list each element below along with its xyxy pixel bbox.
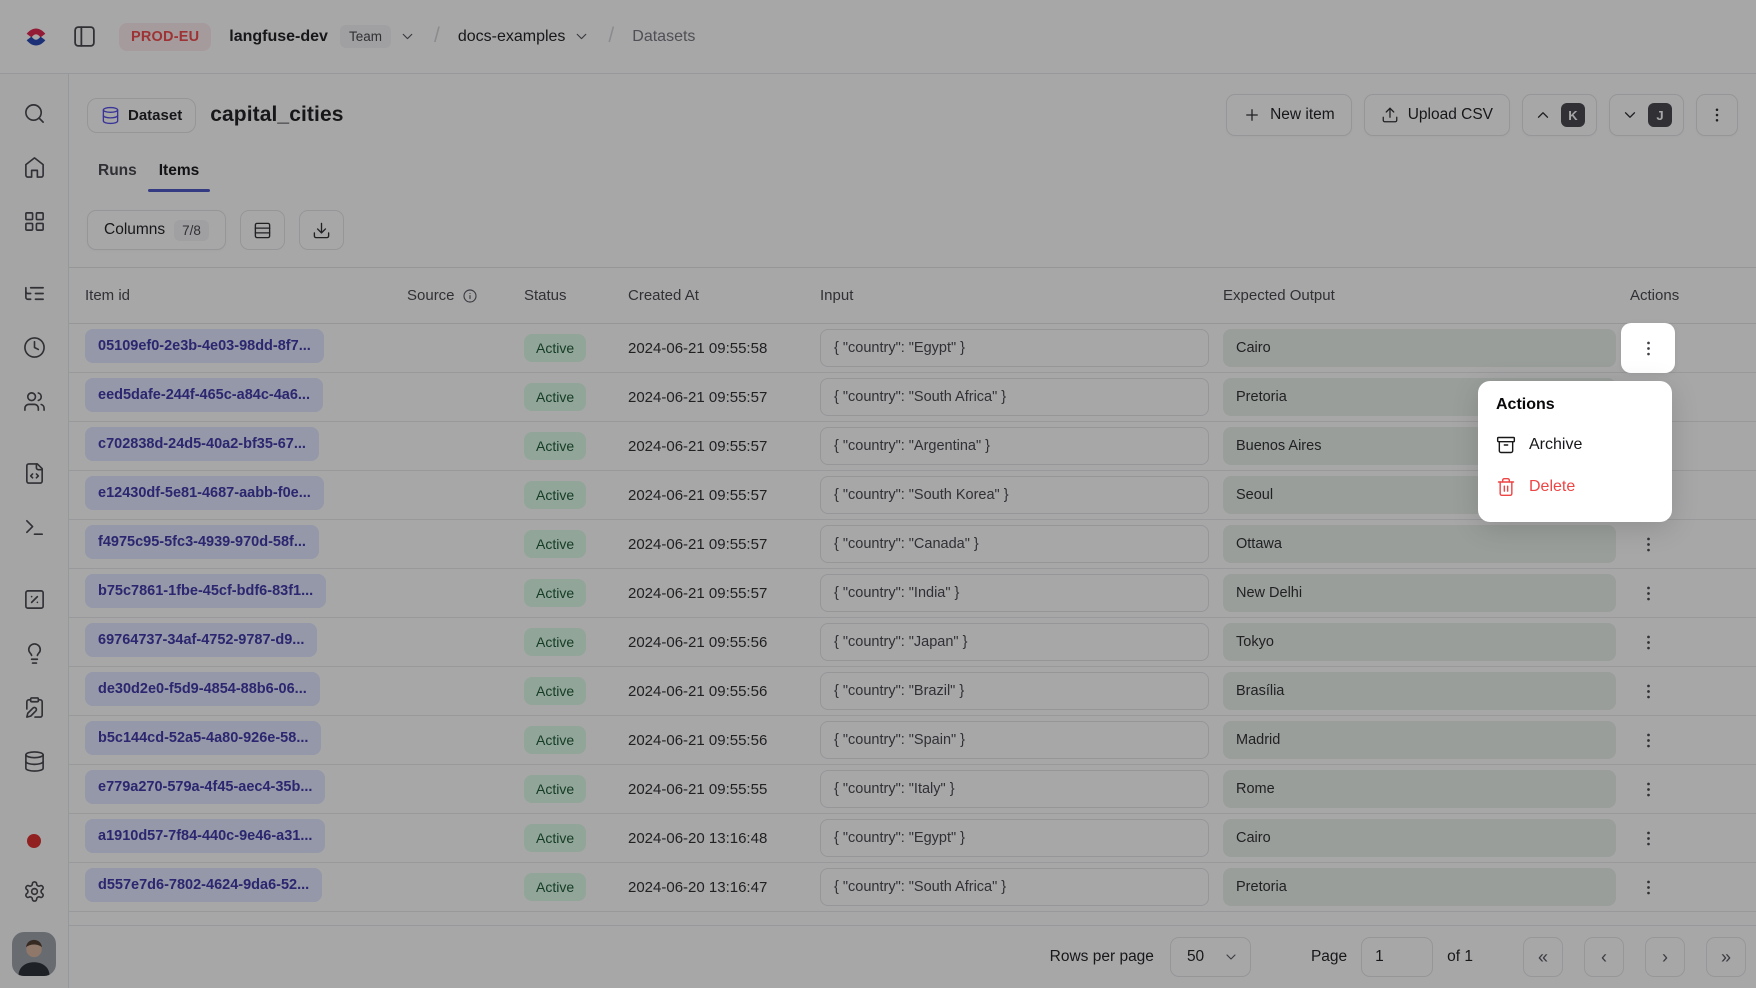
row-actions-dropdown: Actions Archive Delete xyxy=(1478,381,1672,522)
archive-icon xyxy=(1496,435,1516,455)
menu-item-delete[interactable]: Delete xyxy=(1478,466,1672,508)
archive-label: Archive xyxy=(1529,436,1582,454)
dropdown-title: Actions xyxy=(1478,394,1672,424)
row-actions-button[interactable] xyxy=(1621,323,1675,373)
menu-item-archive[interactable]: Archive xyxy=(1478,424,1672,466)
kebab-menu-icon xyxy=(1639,339,1658,358)
delete-label: Delete xyxy=(1529,478,1575,496)
trash-icon xyxy=(1496,477,1516,497)
